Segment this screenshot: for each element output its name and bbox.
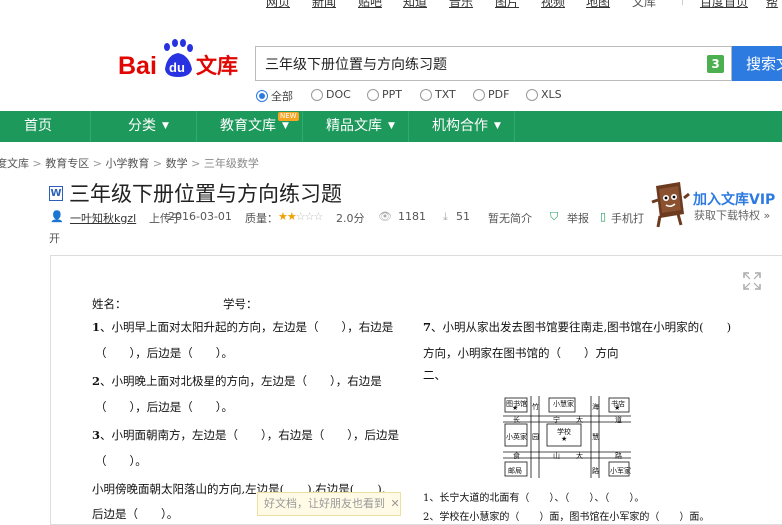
uploader-link[interactable]: 一叶知秋kgzl [70,210,136,226]
doc-line: 1、长宁大道的北面有（ ）、（ ）、（ ）。 [423,493,645,504]
caret-down-icon: ▼ [162,121,169,131]
fullscreen-icon[interactable] [743,272,761,290]
rating-score: 2.0分 [336,212,365,225]
filter-all[interactable]: 全部 [256,88,293,104]
nav-link-web[interactable]: 网页 [266,0,290,10]
nav-link-wenku[interactable]: 文库 [632,0,656,10]
page-title: 三年级下册位置与方向练习题 [69,182,342,206]
caret-down-icon: ▼ [494,121,501,131]
nav-divider [682,0,683,5]
nav-divider [408,111,409,142]
doc-preview[interactable]: 姓名： 学号： 1、小明早上面对太阳升起的方向，左边是（ ），右边是 （ ），后… [50,255,782,525]
doc-line: 7、小明从家出发去图书馆要往南走,图书馆在小明家的( ) [423,320,732,334]
svg-text:du: du [169,60,185,75]
doc-line: 姓名： [92,297,127,311]
caret-down-icon: ▼ [388,121,395,131]
nav-divider [514,111,515,142]
nav-link-map[interactable]: 地图 [586,0,610,10]
filter-xls[interactable]: XLS [526,88,562,101]
filter-doc[interactable]: DOC [311,88,351,101]
close-icon[interactable]: ✕ [391,497,400,510]
phone-icon: ▯ [600,210,607,223]
rating-stars-icon: ★★ ☆☆☆ [278,210,323,223]
filter-txt[interactable]: TXT [420,88,456,101]
mobile-open-link-tail[interactable]: 开 [49,230,60,246]
quality-label: 质量： [245,212,278,225]
nav-category[interactable]: 分类 ▼ [128,111,169,142]
breadcrumb: 度文库 > 教育专区 > 小学教育 > 数学 > 三年级数学 [0,155,259,171]
shield-icon: ⛉ [550,210,559,223]
chevron-right-icon: > [187,157,204,170]
upload-date: 2016-03-01 [168,210,232,223]
radio-icon [473,88,485,101]
radio-icon [526,88,538,101]
breadcrumb-item[interactable]: 数学 [166,157,188,170]
report-link[interactable]: 举报 [567,210,589,226]
doc-line: 1、小明早上面对太阳升起的方向，左边是（ ），右边是 [92,320,394,334]
nav-premium-library[interactable]: 精品文库 ▼ [326,111,395,142]
eye-icon: 👁 [378,210,392,223]
search-button[interactable]: 搜索文 [732,46,782,81]
double-chevron-right-icon: » [763,209,771,222]
nav-divider [302,111,303,142]
nav-link-news[interactable]: 新闻 [312,0,336,10]
download-count: 51 [456,210,470,223]
breadcrumb-item[interactable]: 教育专区 [45,157,89,170]
doc-line: 后边是（ ）。 [92,507,179,521]
filter-ppt[interactable]: PPT [367,88,402,101]
nav-link-zhidao[interactable]: 知道 [403,0,427,10]
nav-link-video[interactable]: 视频 [541,0,565,10]
user-icon: 👤 [50,210,64,223]
doc-line: 方向，小明家在图书馆的（ ）方向 [423,346,619,360]
svg-text:文库: 文库 [196,54,238,78]
search-input[interactable] [256,47,696,80]
book-mascot-icon [651,182,690,228]
vip-subtitle: 获取下载特权 » [694,209,771,222]
chevron-right-icon: > [149,157,166,170]
doc-line: 2、小明晚上面对北极星的方向，左边是（ ），右边是 [92,374,382,388]
nav-link-music[interactable]: 音乐 [449,0,473,10]
vip-title: 加入文库VIP [693,192,776,208]
radio-icon [367,88,379,101]
nav-link-tieba[interactable]: 贴吧 [358,0,382,10]
new-badge: NEW [278,112,299,121]
doc-line: 3、小明面朝南方，左边是（ ），右边是（ ），后边是 [92,428,400,442]
breadcrumb-item-current: 三年级数学 [203,157,259,170]
doc-title-row: W 三年级下册位置与方向练习题 [49,180,342,206]
radio-icon [420,88,432,101]
doc-line: （ ）。 [95,454,147,468]
breadcrumb-item[interactable]: 度文库 [0,157,29,170]
word-doc-icon: W [49,185,63,201]
breadcrumb-item[interactable]: 小学教育 [105,157,149,170]
summary-status: 暂无简介 [488,212,532,225]
chevron-right-icon: > [89,157,106,170]
nav-divider [196,111,197,142]
vip-promo[interactable]: 加入文库VIP 获取下载特权 » [648,180,782,230]
map-diagram: ★ ★ ★ 图书馆 竹 小慧家 海 书店 长 宁 大 道 小英家 园 学校 慧 … [503,396,631,478]
baidu-wenku-logo[interactable]: Bai du 文库 [118,39,242,83]
mobile-open-link[interactable]: 手机打 [611,210,644,226]
doc-line: 二、 [423,368,446,382]
share-toast[interactable]: 好文档，让好朋友也看到 ✕ [257,492,401,516]
doc-line: （ ），后边是（ ）。 [95,400,233,414]
download-icon: ⤓ [443,210,448,223]
svg-text:Bai: Bai [118,52,157,80]
search-box: 3 [255,46,732,81]
radio-icon [311,88,323,101]
nav-link-images[interactable]: 图片 [495,0,519,10]
filter-pdf[interactable]: PDF [473,88,509,101]
nav-home[interactable]: 首页 [24,111,52,142]
chevron-right-icon: > [29,157,46,170]
main-nav: 首页 分类 ▼ 教育文库 ▼ NEW 精品文库 ▼ 机构合作 ▼ [0,111,782,142]
nav-org-partner[interactable]: 机构合作 ▼ [432,111,501,142]
radio-selected-icon [256,90,268,102]
nav-link-help[interactable]: 帮 [766,0,778,10]
doc-line: （ ），后边是（ ）。 [95,346,233,360]
top-nav: 网页 新闻 贴吧 知道 音乐 图片 视频 地图 文库 百度首页 帮 [0,0,782,9]
search-count-badge: 3 [707,55,724,73]
nav-divider [90,111,91,142]
view-count: 1181 [398,210,426,223]
nav-link-baidu-home[interactable]: 百度首页 [700,0,748,10]
doc-line: 学号： [223,297,258,311]
